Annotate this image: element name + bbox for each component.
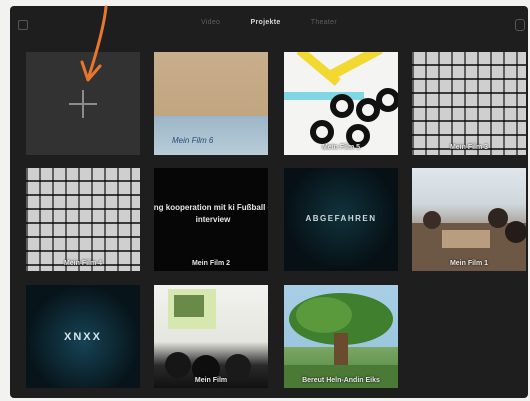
annotation-arrow-icon bbox=[80, 5, 108, 82]
